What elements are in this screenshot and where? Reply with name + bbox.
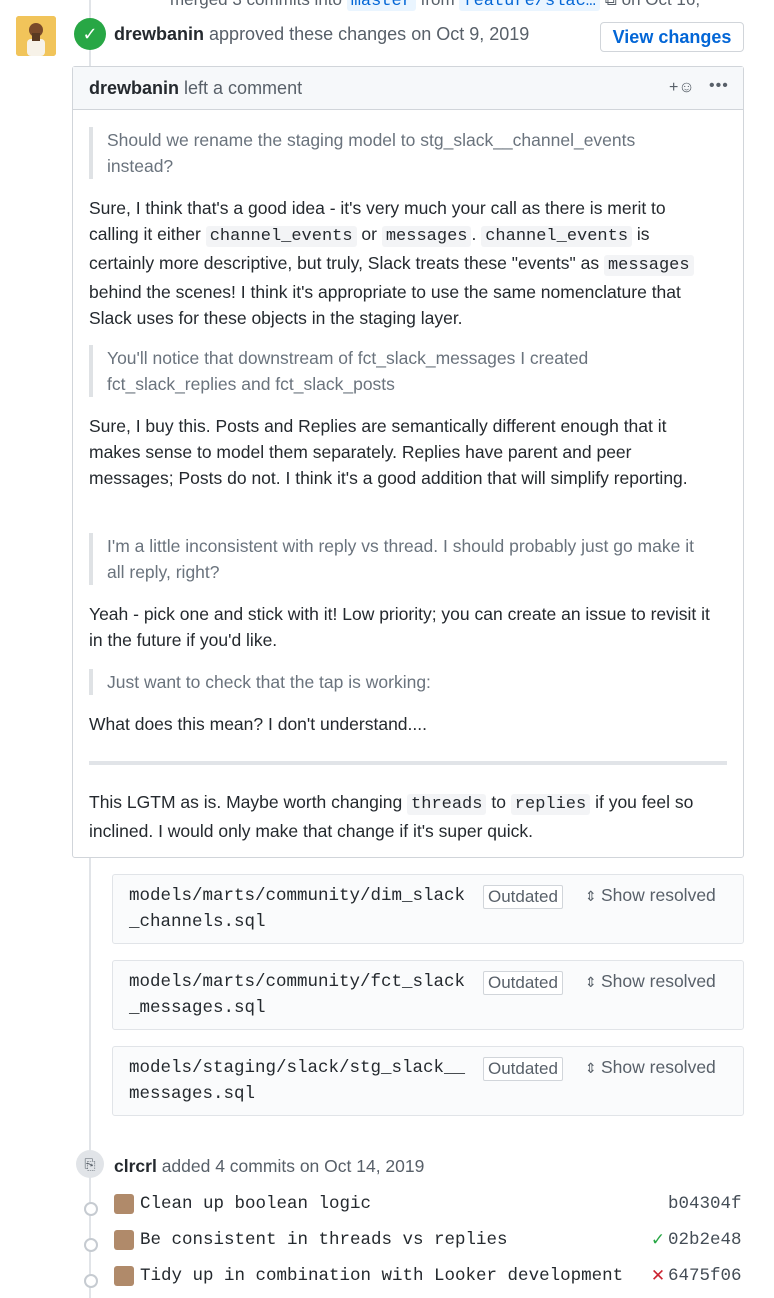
commit-message[interactable]: Tidy up in combination with Looker devel… [140,1266,623,1286]
outdated-label: Outdated [483,885,563,909]
copy-icon[interactable]: ⧉ [605,0,617,9]
resolved-file-thread: models/marts/community/fct_slack_message… [112,960,744,1030]
resolved-file-thread: models/staging/slack/stg_slack__messages… [112,1046,744,1116]
unfold-icon: ⇕ [585,974,597,990]
comment-paragraph: What does this mean? I don't understand.… [89,714,427,734]
file-path[interactable]: models/marts/community/fct_slack_message… [129,969,469,1021]
repo-push-icon: ⎘ [76,1150,104,1178]
git-commit-icon [84,1238,98,1252]
commits-event-header: clrcrl added 4 commits on Oct 14, 2019 [114,1156,425,1176]
x-icon[interactable]: ✕ [650,1266,666,1286]
comment-author[interactable]: drewbanin [89,78,179,98]
commit-sha[interactable]: 6475f06 [668,1266,742,1286]
file-path[interactable]: models/staging/slack/stg_slack__messages… [129,1055,469,1107]
blockquote: Just want to check that the tap is worki… [89,669,697,695]
show-resolved-button[interactable]: ⇕ Show resolved [585,971,716,992]
review-date[interactable]: on Oct 9, 2019 [411,24,529,44]
avatar[interactable] [114,1194,134,1214]
check-icon: ✓ [74,18,106,50]
show-resolved-button[interactable]: ⇕ Show resolved [585,1057,716,1078]
comment-paragraph: This LGTM as is. Maybe worth changing th… [89,792,694,841]
commit-message[interactable]: Be consistent in threads vs replies [140,1230,508,1250]
commit-sha[interactable]: b04304f [668,1194,742,1214]
smiley-icon[interactable]: +☺ [669,79,695,97]
commit-row: Tidy up in combination with Looker devel… [0,1266,774,1294]
avatar[interactable] [114,1266,134,1286]
commits-date[interactable]: on Oct 14, 2019 [300,1156,425,1176]
avatar[interactable] [114,1230,134,1250]
file-path[interactable]: models/marts/community/dim_slack_channel… [129,883,469,935]
unfold-icon: ⇕ [585,888,597,904]
commit-row: Be consistent in threads vs replies ✓ 02… [0,1230,774,1258]
blockquote: You'll notice that downstream of fct_sla… [89,345,697,397]
commits-author[interactable]: clrcrl [114,1156,157,1176]
outdated-label: Outdated [483,971,563,995]
view-changes-button[interactable]: View changes [600,22,744,52]
commit-sha[interactable]: 02b2e48 [668,1230,742,1250]
comment-header: drewbanin left a comment +☺ ••• [73,67,743,110]
avatar[interactable] [16,16,56,56]
base-branch[interactable]: master [346,0,416,11]
head-branch[interactable]: feature/slac… [459,0,600,11]
check-icon[interactable]: ✓ [650,1230,666,1250]
git-commit-icon [84,1202,98,1216]
commit-message[interactable]: Clean up boolean logic [140,1194,371,1214]
resolved-file-thread: models/marts/community/dim_slack_channel… [112,874,744,944]
review-author[interactable]: drewbanin [114,24,204,44]
commit-row: Clean up boolean logic b04304f [0,1194,774,1222]
more-options-icon[interactable]: ••• [709,77,729,95]
divider [89,761,727,765]
blockquote: I'm a little inconsistent with reply vs … [89,533,697,585]
outdated-label: Outdated [483,1057,563,1081]
review-comment: drewbanin left a comment +☺ ••• Should w… [72,66,744,858]
blockquote: Should we rename the staging model to st… [89,127,697,179]
review-header: drewbanin approved these changes on Oct … [114,24,530,44]
comment-paragraph: Yeah - pick one and stick with it! Low p… [89,604,710,650]
merge-event-partial: merged 3 commits into master from featur… [170,0,700,12]
git-commit-icon [84,1274,98,1288]
comment-paragraph: Sure, I buy this. Posts and Replies are … [89,416,688,488]
comment-paragraph: Sure, I think that's a good idea - it's … [89,195,719,331]
show-resolved-button[interactable]: ⇕ Show resolved [585,885,716,906]
unfold-icon: ⇕ [585,1060,597,1076]
